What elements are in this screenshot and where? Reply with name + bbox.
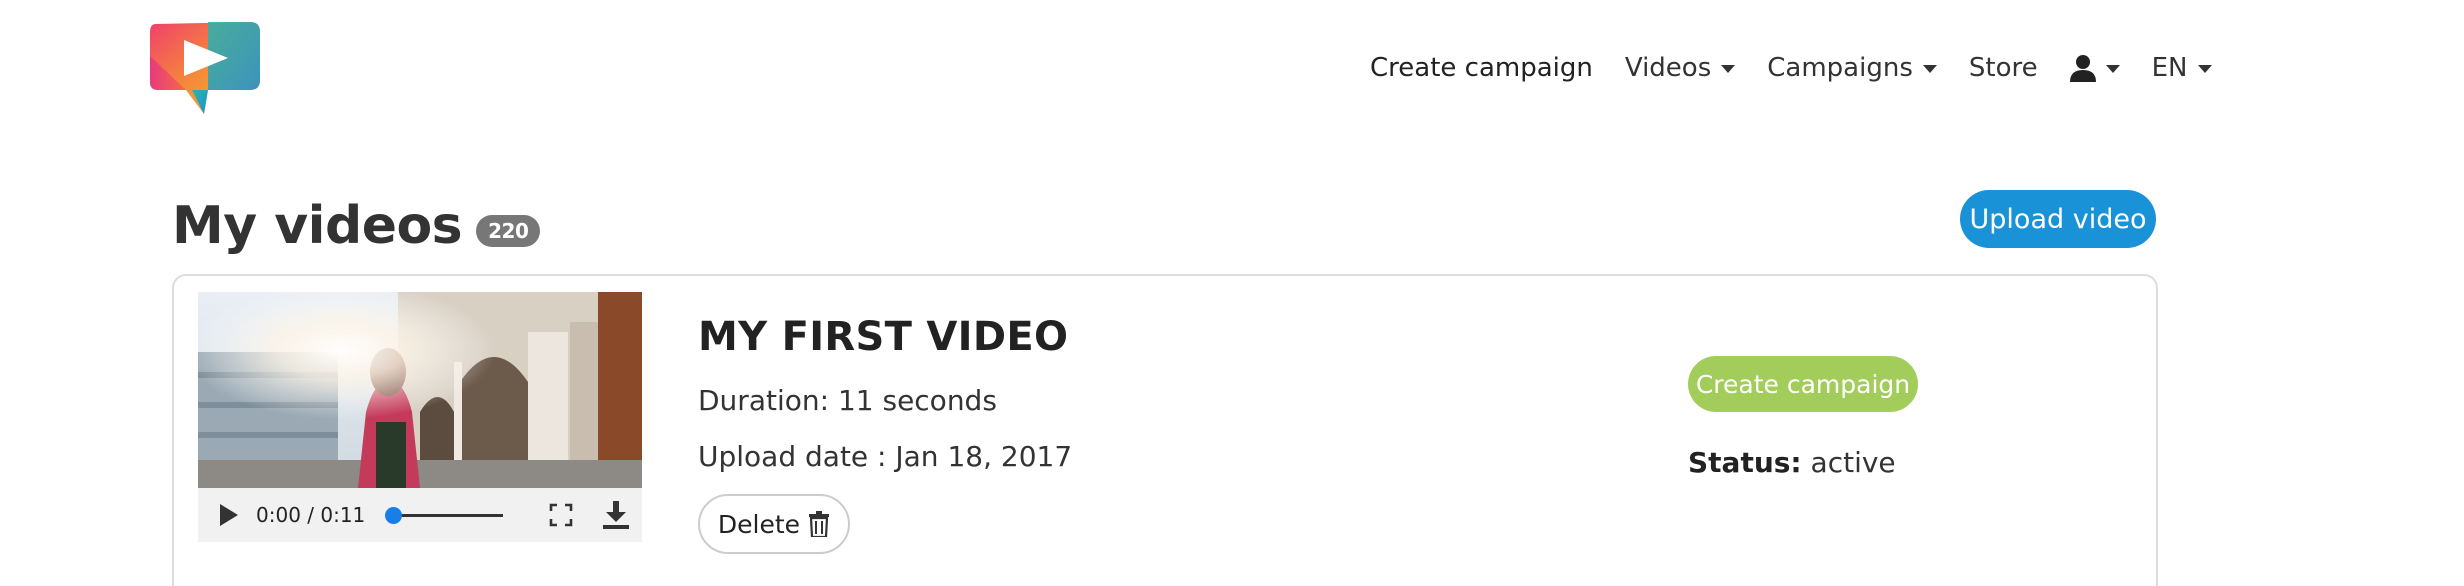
nav-campaigns-dropdown[interactable]: Campaigns [1767, 53, 1937, 83]
play-icon[interactable] [220, 504, 238, 526]
video-player[interactable]: 0:00 / 0:11 [198, 292, 642, 542]
nav-user-dropdown[interactable] [2069, 54, 2120, 82]
caret-down-icon [1721, 65, 1736, 73]
upload-video-button[interactable]: Upload video [1960, 190, 2156, 248]
player-time: 0:00 / 0:11 [256, 503, 366, 527]
seek-track [393, 514, 504, 517]
page-title-text: My videos [172, 196, 463, 256]
nav-campaigns-label: Campaigns [1767, 53, 1913, 83]
nav-videos-label: Videos [1624, 53, 1712, 83]
trash-icon [809, 511, 830, 537]
user-icon [2069, 55, 2096, 82]
video-upload-date: Upload date : Jan 18, 2017 [698, 440, 1073, 473]
video-status: Status: active [1688, 446, 1896, 479]
status-label: Status: [1688, 446, 1802, 479]
status-value: active [1810, 446, 1896, 479]
nav-videos-dropdown[interactable]: Videos [1624, 53, 1736, 83]
delete-video-button[interactable]: Delete [698, 494, 850, 554]
page-title: My videos 220 [172, 196, 541, 256]
download-icon[interactable] [603, 501, 630, 529]
caret-down-icon [2105, 65, 2120, 73]
video-thumbnail[interactable] [198, 292, 642, 488]
delete-button-label: Delete [717, 509, 801, 539]
video-card: 0:00 / 0:11 MY FIRST VIDEO Duration: 11 … [172, 274, 2158, 586]
caret-down-icon [1922, 65, 1937, 73]
app-logo[interactable] [146, 16, 266, 122]
video-duration: Duration: 11 seconds [698, 384, 997, 417]
fullscreen-icon[interactable] [549, 503, 573, 527]
seek-handle[interactable] [385, 507, 403, 524]
caret-down-icon [2197, 65, 2212, 73]
nav-language-dropdown[interactable]: EN [2152, 53, 2212, 83]
nav-store[interactable]: Store [1969, 53, 2038, 83]
nav-language-label: EN [2151, 53, 2188, 83]
video-count-badge: 220 [476, 215, 541, 247]
nav-create-campaign-label: Create campaign [1370, 53, 1593, 83]
nav-create-campaign[interactable]: Create campaign [1370, 53, 1593, 83]
player-controls: 0:00 / 0:11 [198, 488, 642, 542]
video-title: MY FIRST VIDEO [698, 314, 1069, 360]
create-campaign-button[interactable]: Create campaign [1688, 356, 1918, 412]
nav-store-label: Store [1968, 53, 2038, 83]
seek-slider[interactable] [385, 503, 504, 527]
main-nav: Create campaign Videos Campaigns Store E… [1370, 48, 2212, 88]
